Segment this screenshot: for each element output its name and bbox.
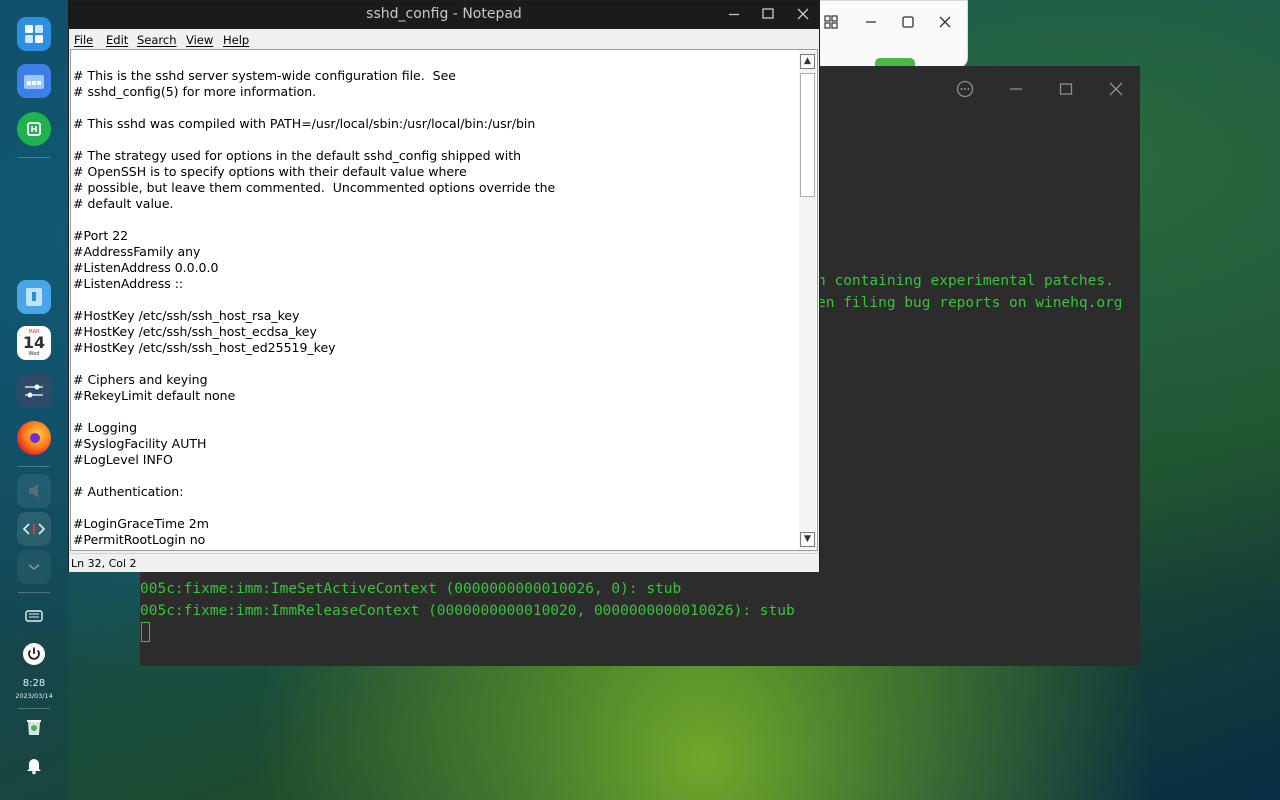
trash-icon[interactable]	[17, 710, 51, 744]
editor-line[interactable]: # Authentication:	[73, 484, 799, 500]
status-bar: Ln 32, Col 2	[69, 553, 819, 572]
chevron-down-icon[interactable]	[17, 550, 51, 584]
minimize-icon[interactable]	[727, 5, 741, 27]
editor-line[interactable]: # This is the sshd server system-wide co…	[73, 68, 799, 84]
background-window	[800, 0, 968, 70]
firefox-icon[interactable]	[17, 421, 51, 455]
keyboard-icon[interactable]	[17, 599, 51, 633]
terminal-cursor	[141, 622, 150, 642]
editor-line[interactable]	[73, 468, 799, 484]
calendar-icon[interactable]: MAR 14 Wed	[17, 326, 51, 360]
maximize-icon[interactable]	[1059, 80, 1073, 102]
editor-line[interactable]: #Port 22	[73, 228, 799, 244]
editor-line[interactable]: #AddressFamily any	[73, 244, 799, 260]
editor-line[interactable]: #HostKey /etc/ssh/ssh_host_ed25519_key	[73, 340, 799, 356]
minimize-icon[interactable]	[1009, 80, 1023, 102]
scroll-thumb[interactable]	[800, 73, 815, 197]
power-icon[interactable]	[17, 637, 51, 671]
clock-time[interactable]: 8:28	[0, 678, 68, 689]
editor-line[interactable]	[73, 100, 799, 116]
calendar-weekday: Wed	[28, 351, 40, 357]
editor-line[interactable]: # sshd_config(5) for more information.	[73, 84, 799, 100]
menu-search[interactable]: Search	[137, 33, 177, 47]
terminal-line: 005c:fixme:imm:ImmReleaseContext (000000…	[140, 603, 795, 619]
editor-line[interactable]: # Ciphers and keying	[73, 372, 799, 388]
editor-line[interactable]: #LogLevel INFO	[73, 452, 799, 468]
window-title: sshd_config - Notepad	[366, 6, 522, 22]
editor-line[interactable]: #RekeyLimit default none	[73, 388, 799, 404]
maximize-icon[interactable]	[761, 5, 775, 27]
terminal-line: 005c:fixme:imm:ImeSetActiveContext (0000…	[140, 581, 682, 597]
editor-line[interactable]	[73, 404, 799, 420]
menu-view[interactable]: View	[186, 33, 213, 47]
editor-line[interactable]: # OpenSSH is to specify options with the…	[73, 164, 799, 180]
editor-line[interactable]	[73, 212, 799, 228]
editor-line[interactable]: # This sshd was compiled with PATH=/usr/…	[73, 116, 799, 132]
folder-icon[interactable]	[17, 280, 51, 314]
editor-line[interactable]: # Logging	[73, 420, 799, 436]
menu-bar: File Edit Search View Help	[69, 30, 819, 49]
multitasking-view-icon[interactable]	[17, 17, 51, 51]
vertical-scrollbar[interactable]: ▲ ▼	[799, 51, 816, 549]
calendar-day: 14	[22, 333, 46, 352]
editor-line[interactable]: #LoginGraceTime 2m	[73, 516, 799, 532]
maximize-icon[interactable]	[901, 15, 915, 33]
minimize-icon[interactable]	[864, 15, 878, 33]
code-icon[interactable]	[17, 512, 51, 546]
more-options-icon[interactable]	[956, 80, 974, 102]
control-center-icon[interactable]	[17, 374, 51, 408]
file-manager-icon[interactable]	[17, 64, 51, 98]
editor-line[interactable]: # default value.	[73, 196, 799, 212]
dock: MAR 14 Wed 8:28 2023/03/14	[0, 0, 68, 800]
close-icon[interactable]	[1109, 80, 1123, 102]
scroll-down-icon[interactable]: ▼	[800, 532, 815, 547]
editor-line[interactable]: # possible, but leave them commented. Un…	[73, 180, 799, 196]
cursor-position: Ln 32, Col 2	[71, 557, 137, 570]
title-bar[interactable]: sshd_config - Notepad	[69, 1, 819, 29]
editor-line[interactable]	[73, 292, 799, 308]
notepad-window[interactable]: sshd_config - Notepad File Edit Search V…	[68, 0, 820, 572]
terminal-line: en filing bug reports on winehq.org	[817, 295, 1123, 311]
menu-file[interactable]: File	[74, 33, 93, 47]
editor-line[interactable]: # The strategy used for options in the d…	[73, 148, 799, 164]
scroll-up-icon[interactable]: ▲	[800, 54, 815, 69]
grid-icon[interactable]	[824, 15, 838, 33]
clock-date[interactable]: 2023/03/14	[0, 692, 68, 700]
close-icon[interactable]	[796, 5, 810, 27]
editor-line[interactable]	[73, 356, 799, 372]
editor-line[interactable]: #ListenAddress ::	[73, 276, 799, 292]
menu-help[interactable]: Help	[223, 33, 249, 47]
menu-edit[interactable]: Edit	[106, 33, 128, 47]
editor-line[interactable]: #SyslogFacility AUTH	[73, 436, 799, 452]
editor-line[interactable]: #PermitRootLogin no	[73, 532, 799, 548]
editor-line[interactable]	[73, 132, 799, 148]
app-store-icon[interactable]	[17, 112, 51, 146]
editor-line[interactable]	[73, 500, 799, 516]
editor-line[interactable]: #HostKey /etc/ssh/ssh_host_ecdsa_key	[73, 324, 799, 340]
notification-icon[interactable]	[17, 748, 51, 782]
editor-line[interactable]: #HostKey /etc/ssh/ssh_host_rsa_key	[73, 308, 799, 324]
editor-content[interactable]: # This is the sshd server system-wide co…	[73, 68, 799, 548]
editor-line[interactable]: #ListenAddress 0.0.0.0	[73, 260, 799, 276]
terminal-line: n containing experimental patches.	[817, 273, 1114, 289]
close-icon[interactable]	[938, 15, 952, 33]
text-editor[interactable]: # This is the sshd server system-wide co…	[70, 49, 818, 551]
media-icon[interactable]	[17, 474, 51, 508]
